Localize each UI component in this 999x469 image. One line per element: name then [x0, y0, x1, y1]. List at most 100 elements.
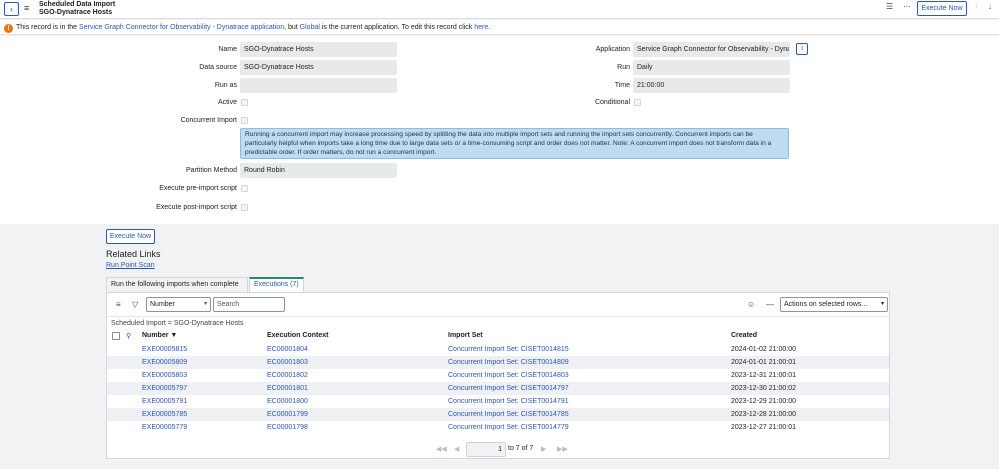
execution-number-link[interactable]: EXE00005797: [142, 385, 187, 392]
list-toolbar: ≡ ▽ Number ▾ Search ☺ — Actions on select…: [107, 293, 889, 317]
runas-field[interactable]: [240, 78, 397, 93]
global-link[interactable]: Global: [300, 24, 320, 31]
execution-context-link[interactable]: EC00001798: [267, 424, 308, 431]
record-name-title: SGO-Dynatrace Hosts: [39, 9, 113, 16]
execution-context-link[interactable]: EC00001799: [267, 411, 308, 418]
info-icon[interactable]: i: [796, 43, 808, 55]
notice-text: , but: [284, 24, 298, 31]
created-value: 2024-01-01 21:00:01: [731, 359, 796, 366]
settings-sliders-icon[interactable]: ☰: [886, 2, 893, 11]
record-type-title: Scheduled Data Import: [39, 1, 116, 8]
execution-number-link[interactable]: EXE00005809: [142, 359, 187, 366]
created-value: 2023-12-30 21:00:02: [731, 385, 796, 392]
search-icon[interactable]: ⚲: [126, 332, 131, 340]
last-page-icon[interactable]: ▶▶: [557, 445, 568, 453]
application-field[interactable]: Service Graph Connector for Observabilit…: [633, 42, 790, 57]
arrow-down-icon[interactable]: ↓: [988, 2, 992, 11]
page-title: Scheduled Data Import SGO-Dynatrace Host…: [39, 1, 115, 17]
run-field[interactable]: Daily: [633, 60, 790, 75]
table-header: ⚲ Number ▼ Execution Context Import Set …: [107, 330, 889, 342]
table-row: EXE00005785 EC00001799 Concurrent Import S…: [107, 408, 889, 421]
execution-number-link[interactable]: EXE00005785: [142, 411, 187, 418]
select-all-checkbox[interactable]: [112, 332, 120, 340]
import-set-link[interactable]: Concurrent Import Set: CISET0014791: [448, 398, 569, 405]
application-label: Application: [595, 46, 630, 53]
arrow-up-icon[interactable]: ↑: [974, 2, 978, 11]
execution-number-link[interactable]: EXE00005815: [142, 346, 187, 353]
chevron-down-icon: ▾: [880, 301, 884, 307]
execution-number-link[interactable]: EXE00005779: [142, 424, 187, 431]
execute-now-bottom-button[interactable]: Execute Now: [106, 229, 155, 244]
pre-import-script-checkbox[interactable]: [241, 185, 248, 192]
execution-context-link[interactable]: EC00001802: [267, 372, 308, 379]
concurrent-import-label: Concurrent Import: [180, 117, 237, 124]
pre-import-script-label: Execute pre-import script: [159, 185, 237, 192]
import-set-link[interactable]: Concurrent Import Set: CISET0014797: [448, 385, 569, 392]
tab-run-following-imports[interactable]: Run the following imports when complete …: [106, 277, 248, 302]
import-set-link[interactable]: Concurrent Import Set: CISET0014803: [448, 372, 569, 379]
created-value: 2024-01-02 21:00:00: [731, 346, 796, 353]
warning-icon: !: [4, 24, 13, 33]
column-number[interactable]: Number ▼: [142, 332, 177, 339]
filter-icon[interactable]: ▽: [132, 300, 138, 309]
column-import-set[interactable]: Import Set: [448, 332, 483, 339]
time-field[interactable]: 21:00:00: [633, 78, 790, 93]
list-menu-icon[interactable]: ≡: [116, 300, 121, 309]
concurrent-import-checkbox[interactable]: [241, 117, 248, 124]
active-checkbox[interactable]: [241, 99, 248, 106]
column-execution-context[interactable]: Execution Context: [267, 332, 328, 339]
back-button[interactable]: ‹: [4, 2, 19, 16]
table-row: EXE00005815 EC00001804 Concurrent Import S…: [107, 343, 889, 356]
context-menu-button[interactable]: ≡: [24, 3, 29, 13]
collapse-icon[interactable]: —: [766, 300, 774, 309]
sort-desc-icon: ▼: [170, 332, 178, 339]
next-page-icon[interactable]: ▶: [541, 445, 546, 453]
chevron-down-icon: ▾: [203, 301, 207, 307]
import-set-link[interactable]: Concurrent Import Set: CISET0014779: [448, 424, 569, 431]
run-point-scan-link[interactable]: Run Point Scan: [106, 262, 155, 269]
execution-number-link[interactable]: EXE00005803: [142, 372, 187, 379]
import-set-link[interactable]: Concurrent Import Set: CISET0014815: [448, 346, 569, 353]
search-input[interactable]: Search: [213, 297, 285, 312]
import-set-link[interactable]: Concurrent Import Set: CISET0014809: [448, 359, 569, 366]
edit-here-link[interactable]: here: [474, 24, 488, 31]
execution-context-link[interactable]: EC00001801: [267, 385, 308, 392]
breadcrumb[interactable]: Scheduled Import = SGO-Dynatrace Hosts: [111, 320, 243, 327]
table-row: EXE00005809 EC00001803 Concurrent Import S…: [107, 356, 889, 369]
first-page-icon[interactable]: ◀◀: [436, 445, 447, 453]
search-field-select[interactable]: Number ▾: [146, 297, 211, 312]
more-options-icon[interactable]: ⋯: [903, 2, 911, 11]
execute-now-button[interactable]: Execute Now: [917, 1, 967, 16]
search-field-value: Number: [150, 301, 175, 308]
notice-text: .: [488, 24, 491, 31]
prev-page-icon[interactable]: ◀: [454, 445, 459, 453]
created-value: 2023-12-29 21:00:00: [731, 398, 796, 405]
application-link[interactable]: Service Graph Connector for Observabilit…: [79, 24, 284, 31]
active-label: Active: [217, 99, 237, 106]
created-value: 2023-12-27 21:00:01: [731, 424, 796, 431]
execution-context-link[interactable]: EC00001800: [267, 398, 308, 405]
personalize-icon[interactable]: ☺: [747, 300, 755, 309]
page-input[interactable]: 1: [466, 442, 506, 457]
execution-number-link[interactable]: EXE00005791: [142, 398, 187, 405]
execution-context-link[interactable]: EC00001803: [267, 359, 308, 366]
conditional-checkbox[interactable]: [634, 99, 641, 106]
name-field[interactable]: SGO-Dynatrace Hosts: [240, 42, 397, 57]
table-row: EXE00005797 EC00001801 Concurrent Import S…: [107, 382, 889, 395]
record-form: Name SGO-Dynatrace Hosts Data source SGO…: [0, 36, 999, 224]
partition-method-field[interactable]: Round Robin: [240, 163, 397, 178]
scope-notice: ! This record is in the Service Graph Con…: [0, 20, 999, 35]
datasource-field[interactable]: SGO-Dynatrace Hosts: [240, 60, 397, 75]
runas-label: Run as: [214, 82, 237, 89]
notice-text: This record is in the: [16, 24, 78, 31]
executions-list: ≡ ▽ Number ▾ Search ☺ — Actions on select…: [106, 292, 890, 459]
column-created[interactable]: Created: [731, 332, 757, 339]
tab-executions[interactable]: Executions (7): [249, 277, 304, 292]
run-label: Run: [617, 64, 630, 71]
execution-context-link[interactable]: EC00001804: [267, 346, 308, 353]
related-links-title: Related Links: [106, 249, 161, 259]
import-set-link[interactable]: Concurrent Import Set: CISET0014785: [448, 411, 569, 418]
post-import-script-checkbox[interactable]: [241, 204, 248, 211]
hamburger-icon: ≡: [24, 3, 30, 13]
actions-select[interactable]: Actions on selected rows... ▾: [780, 297, 888, 312]
